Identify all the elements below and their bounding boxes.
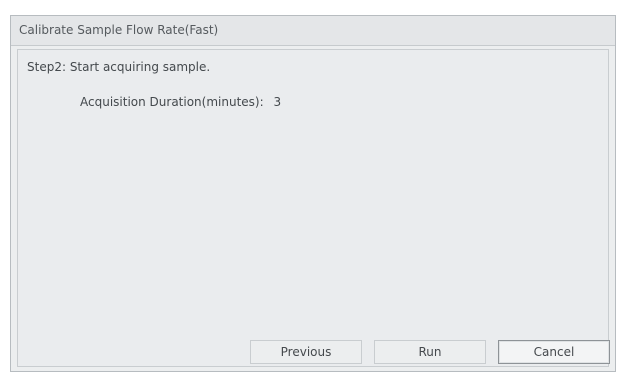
calibrate-dialog: Calibrate Sample Flow Rate(Fast) Step2: …: [10, 15, 616, 372]
run-button[interactable]: Run: [374, 340, 486, 364]
dialog-titlebar: Calibrate Sample Flow Rate(Fast): [11, 16, 615, 46]
dialog-title: Calibrate Sample Flow Rate(Fast): [19, 23, 219, 37]
acquisition-duration-value: 3: [273, 95, 282, 109]
previous-button[interactable]: Previous: [250, 340, 362, 364]
dialog-content-panel: Step2: Start acquiring sample. Acquisiti…: [17, 49, 610, 367]
step-instruction: Step2: Start acquiring sample.: [27, 60, 211, 74]
acquisition-duration-label: Acquisition Duration(minutes):: [80, 95, 264, 109]
acquisition-duration-row: Acquisition Duration(minutes): 3: [80, 95, 281, 109]
cancel-button[interactable]: Cancel: [498, 340, 610, 364]
